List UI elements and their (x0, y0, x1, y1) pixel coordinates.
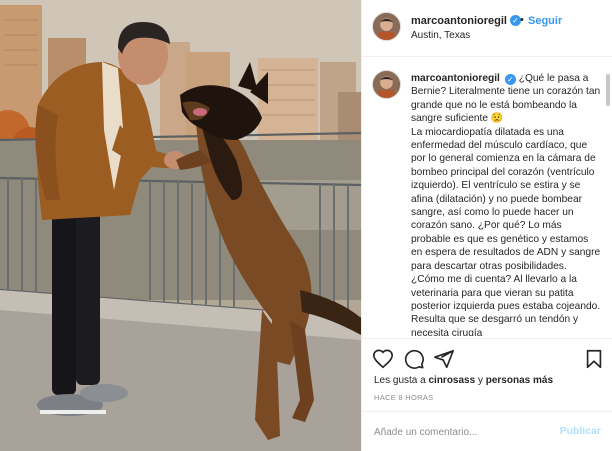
action-bar (362, 338, 612, 376)
likes-prefix: Les gusta a (374, 375, 429, 386)
likes-middle: y (475, 375, 486, 386)
bookmark-icon[interactable] (583, 348, 605, 370)
location-link[interactable]: Austin, Texas (411, 30, 470, 41)
verified-badge-icon: ✓ (504, 74, 516, 85)
follow-button[interactable]: Seguir (528, 15, 562, 27)
caption-area[interactable]: marcoantonioregil ✓ ¿Qué le pasa a Bernie… (362, 58, 612, 336)
caption-scrollbar[interactable] (606, 74, 610, 106)
avatar-image (373, 13, 400, 40)
post-side-panel: marcoantonioregil ✓ • Seguir Austin, Texa… (361, 0, 612, 451)
comment-input[interactable] (374, 424, 544, 440)
avatar[interactable] (372, 12, 401, 41)
post-header: marcoantonioregil ✓ • Seguir Austin, Texa… (362, 0, 612, 57)
caption-body: La miocardiopatía dilatada es una enferm… (411, 126, 601, 336)
liker-username-link[interactable]: cinrosass (428, 375, 475, 386)
post-photo[interactable] (0, 0, 361, 451)
separator-dot: • (520, 14, 524, 26)
likes-others-link[interactable]: personas más (486, 375, 553, 386)
caption-username-link[interactable]: marcoantonioregil (411, 73, 500, 84)
comment-bar: Publicar (362, 411, 612, 451)
comment-icon[interactable] (403, 348, 425, 370)
avatar-image (373, 71, 400, 98)
post-timestamp[interactable]: HACE 8 HORAS (374, 393, 433, 402)
caption-text: marcoantonioregil ✓ ¿Qué le pasa a Bernie… (411, 72, 601, 336)
caption-avatar[interactable] (372, 70, 401, 99)
share-icon[interactable] (433, 348, 455, 370)
heart-icon[interactable] (372, 348, 394, 370)
photo-illustration (0, 0, 361, 451)
publish-button[interactable]: Publicar (560, 425, 601, 437)
username-link[interactable]: marcoantonioregil (411, 15, 507, 27)
likes-summary: Les gusta a cinrosass y personas más (374, 375, 553, 386)
